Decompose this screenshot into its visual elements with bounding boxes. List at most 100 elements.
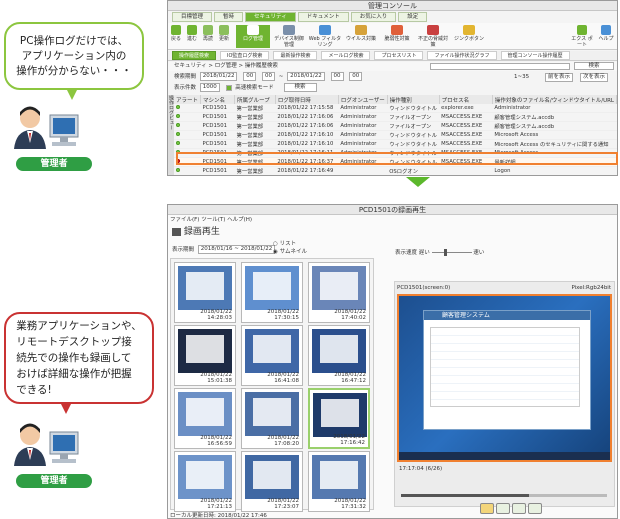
thumbnail-time: 2018/01/22 17:40:02 (334, 309, 366, 321)
view-thumb-radio[interactable]: ◉ サムネイル (273, 248, 307, 256)
web-filter-button[interactable]: Web フィルタリング (308, 25, 342, 48)
period-to[interactable]: 2018/01/22 (287, 72, 325, 81)
thumbnail[interactable]: 2018/01/22 17:30:15 (241, 262, 303, 323)
thumbnail[interactable]: 2018/01/22 17:21:13 (174, 451, 236, 512)
player-title: PCD1501の録画再生 (168, 205, 617, 215)
table-row[interactable]: PCD1501 第一営業部 2018/01/22 17:16:06 Administr… (174, 121, 617, 131)
view-list-radio[interactable]: ○ リスト (273, 240, 307, 248)
callout-bottom-line: リモートデスクトップ接 (16, 336, 132, 348)
thumbnail[interactable]: 2018/01/22 17:23:07 (241, 451, 303, 512)
sub-tab-active[interactable]: 操作履歴検索 (172, 51, 217, 60)
col-user[interactable]: ログオンユーザー (338, 95, 388, 104)
thumbnail[interactable]: 2018/01/22 16:47:12 (308, 325, 370, 386)
machine-label: PCD1501(screen:0) (397, 285, 451, 291)
sub-tab[interactable]: 管理コンソール操作履歴 (500, 51, 570, 60)
period-hour-from[interactable]: 00 (243, 72, 257, 81)
next-frame-button[interactable] (528, 503, 542, 514)
col-alert[interactable]: アラート (174, 95, 202, 104)
period-label: 表示期間 (172, 247, 195, 253)
search-button[interactable]: 検索 (574, 62, 614, 70)
period-min-to[interactable]: 00 (349, 72, 363, 81)
log-management-button[interactable]: ログ管理 (236, 25, 270, 48)
forward-icon (187, 25, 197, 35)
refresh-button[interactable]: 更新 (216, 25, 232, 48)
period-hour-to[interactable]: 00 (330, 72, 344, 81)
thumbnail-time: 2018/01/22 16:41:08 (267, 372, 299, 384)
speed-thumb[interactable] (443, 249, 447, 256)
table-row[interactable]: PCD1501 第一営業部 2018/01/22 17:16:06 Administr… (174, 112, 617, 122)
thumbnail[interactable]: 2018/01/22 16:41:08 (241, 325, 303, 386)
thumbnail[interactable]: 2018/01/22 17:40:02 (308, 262, 370, 323)
fast-mode-checkbox[interactable] (225, 84, 232, 91)
col-process[interactable]: プロセス名 (439, 95, 493, 104)
count-select[interactable]: 1000 (199, 83, 220, 92)
thumbnail-time: 2018/01/22 17:31:32 (334, 498, 366, 510)
table-row[interactable]: PCD1501 第一営業部 2018/01/22 17:15:58 Administr… (174, 104, 617, 113)
col-op[interactable]: 操作種別 (387, 95, 440, 104)
antivirus-button[interactable]: ウイルス対策 (344, 25, 378, 48)
callout-bottom-tail (60, 402, 72, 414)
thumbnail[interactable]: 2018/01/22 17:08:20 (241, 388, 303, 449)
app-title: 顧客管理システム (424, 311, 590, 320)
table-row[interactable]: PCD1501 第一営業部 2018/01/22 17:16:49 OSログオン Log… (174, 166, 617, 175)
sub-tab[interactable]: 最新操作検索 (273, 51, 318, 60)
sub-tab[interactable]: プロセスリスト (374, 51, 424, 60)
period-from[interactable]: 2018/01/22 (199, 72, 238, 81)
sub-tab[interactable]: メールログ検索 (321, 51, 371, 60)
menu-tools[interactable]: ツール(T) (201, 217, 225, 223)
back-button[interactable]: 戻る (168, 25, 184, 48)
thumbnail-panel: 2018/01/22 14:28:03 2018/01/22 17:30:15 20… (170, 258, 374, 512)
period-min-from[interactable]: 00 (261, 72, 275, 81)
vulnerability-button[interactable]: 脆弱性対策 (380, 25, 414, 48)
top-tab[interactable]: 暫時 (214, 12, 244, 22)
table-cell: 顧客管理システム.accdb (492, 112, 617, 122)
threat-button[interactable]: 不正の脅威対策 (416, 25, 450, 48)
reload-button[interactable]: 再読 (200, 25, 216, 48)
thumbnail-window (186, 335, 224, 363)
thumbnail-window (320, 461, 358, 489)
search-input[interactable] (430, 63, 570, 70)
player-menu: ファイル(F) ツール(T) ヘルプ(H) (170, 216, 252, 224)
zinc-button[interactable]: ジンクボタン (452, 25, 486, 48)
device-control-button[interactable]: デバイス制御 管理 (272, 25, 306, 48)
table-cell: MSACCESS.EXE (439, 121, 493, 131)
thumbnail[interactable]: 2018/01/22 16:56:59 (174, 388, 236, 449)
top-tab[interactable]: 目標管理 (172, 12, 213, 22)
col-target[interactable]: 操作対象のファイル名/ウィンドウタイトル/URL (492, 95, 617, 104)
thumbnail-window (320, 272, 358, 300)
col-time[interactable]: ログ取得日時 (275, 95, 339, 104)
period-select[interactable]: 2018/01/16 ~ 2018/01/22 (197, 245, 276, 254)
col-group[interactable]: 所属グループ (234, 95, 276, 104)
next-button[interactable]: 次を表示 (580, 73, 609, 82)
thumbnail[interactable]: 2018/01/22 17:31:32 (308, 451, 370, 512)
player-heading: 録画再生 (172, 226, 220, 238)
prev-button[interactable]: 前を表示 (545, 73, 574, 82)
top-tab-active[interactable]: セキュリティ (245, 12, 296, 22)
top-tab[interactable]: お気に入り (350, 12, 397, 22)
table-row[interactable]: PCD1501 第一営業部 2018/01/22 17:16:10 Administr… (174, 130, 617, 140)
alert-green-icon (176, 132, 180, 136)
col-machine[interactable]: マシン名 (200, 95, 236, 104)
thumbnail[interactable]: 2018/01/22 14:28:03 (174, 262, 236, 323)
top-tab[interactable]: 設定 (398, 12, 428, 22)
forward-button[interactable]: 進む (184, 25, 200, 48)
help-button[interactable]: ヘルプ (594, 25, 617, 48)
speed-slider[interactable] (431, 249, 472, 256)
stop-button[interactable] (496, 503, 510, 514)
thumbnail[interactable]: 2018/01/22 17:16:42 (308, 388, 370, 449)
export-button[interactable]: エクス ポート (570, 25, 594, 48)
sub-tab[interactable]: ファイル操作状況グラフ (427, 51, 497, 60)
sub-tab[interactable]: IO監査ログ検索 (220, 51, 270, 60)
menu-file[interactable]: ファイル(F) (170, 217, 199, 223)
thumbnail-window (186, 398, 224, 426)
table-cell: explorer.exe (439, 104, 493, 113)
menu-help[interactable]: ヘルプ(H) (227, 217, 252, 223)
filter-search-button[interactable]: 検索 (283, 83, 317, 92)
open-folder-button[interactable] (480, 503, 494, 514)
seek-bar[interactable] (401, 494, 607, 497)
thumbnail[interactable]: 2018/01/22 15:01:38 (174, 325, 236, 386)
top-tab[interactable]: ドキュメント (297, 12, 349, 22)
play-button[interactable] (512, 503, 526, 514)
log-icon (247, 25, 259, 35)
table-row[interactable]: PCD1501 第一営業部 2018/01/22 17:16:10 Administr… (174, 139, 617, 149)
